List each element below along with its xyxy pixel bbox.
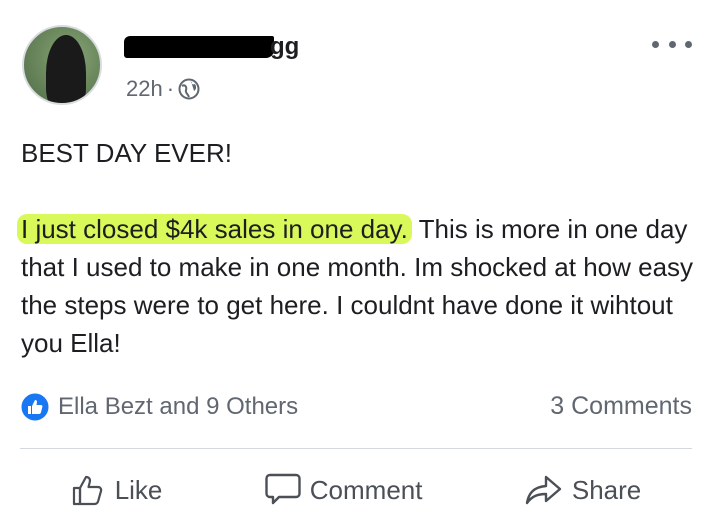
comment-bubble-icon — [264, 472, 302, 508]
action-bar: Like Comment Share — [20, 462, 692, 518]
redaction-mark — [124, 36, 274, 58]
reactions-summary[interactable]: Ella Bezt and 9 Others — [20, 392, 298, 422]
meta-separator: · — [166, 76, 175, 101]
globe-icon[interactable] — [178, 78, 200, 100]
post-timestamp[interactable]: 22h — [126, 76, 163, 102]
post-headline: BEST DAY EVER! — [21, 138, 232, 168]
author-name[interactable]: gg — [124, 32, 299, 62]
like-badge-icon — [20, 392, 50, 422]
avatar[interactable] — [22, 25, 102, 105]
like-label: Like — [114, 474, 163, 505]
divider — [20, 448, 692, 449]
thumbs-up-icon — [71, 473, 107, 507]
like-button[interactable]: Like — [71, 473, 163, 507]
post-meta: 22h · — [126, 76, 200, 102]
avatar-silhouette — [46, 35, 86, 103]
share-label: Share — [571, 474, 642, 505]
post-body: I just closed $4k sales in one day. This… — [17, 210, 701, 362]
more-options-icon[interactable] — [652, 36, 692, 52]
author-name-visible[interactable]: gg — [270, 33, 299, 61]
share-arrow-icon — [524, 473, 564, 507]
comment-button[interactable]: Comment — [264, 472, 423, 508]
comments-count[interactable]: 3 Comments — [550, 392, 692, 421]
share-button[interactable]: Share — [524, 473, 641, 507]
comment-label: Comment — [309, 474, 423, 505]
highlighted-text: I just closed $4k sales in one day. — [17, 214, 412, 244]
reactions-text[interactable]: Ella Bezt and 9 Others — [58, 393, 298, 421]
